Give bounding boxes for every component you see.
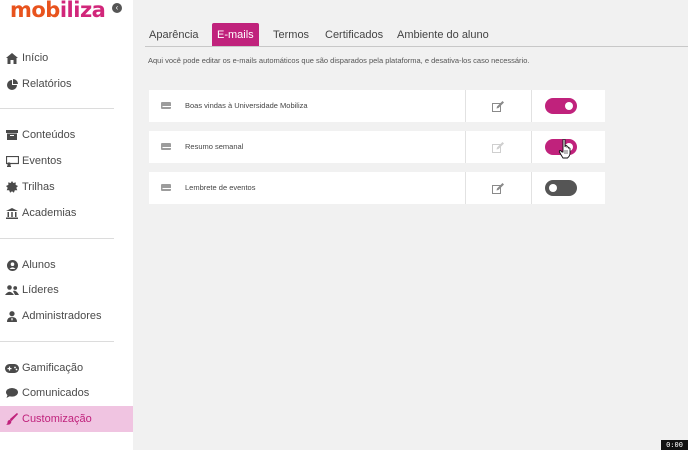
sidebar-item-label: Academias: [22, 207, 77, 219]
sidebar-divider: [0, 108, 114, 109]
column-divider: [531, 131, 532, 163]
sidebar-item-label: Administradores: [22, 310, 102, 322]
toggle-knob: [565, 102, 573, 110]
sidebar-divider: [0, 238, 114, 239]
main-content: Aparência E-mails Termos Certificados Am…: [133, 0, 688, 450]
sidebar-item-label: Relatórios: [22, 78, 72, 90]
email-name: Boas vindas à Universidade Mobiliza: [185, 101, 308, 110]
sidebar-item-customizacao[interactable]: Customização: [0, 406, 133, 432]
users-icon: [2, 285, 22, 295]
user-tie-icon: [2, 310, 22, 322]
tab-bar: Aparência E-mails Termos Certificados Am…: [133, 23, 688, 47]
email-name: Lembrete de eventos: [185, 183, 256, 192]
sidebar-item-label: Conteúdos: [22, 129, 76, 141]
tab-emails[interactable]: E-mails: [212, 23, 259, 47]
email-row: Boas vindas à Universidade Mobiliza: [149, 90, 605, 122]
sidebar-item-label: Customização: [22, 413, 92, 425]
sidebar-item-trilhas[interactable]: Trilhas: [0, 174, 133, 200]
envelope-icon: [161, 184, 172, 191]
sidebar-item-label: Trilhas: [22, 181, 55, 193]
column-divider: [531, 90, 532, 122]
sidebar-item-label: Início: [22, 52, 49, 64]
column-divider: [531, 172, 532, 204]
email-row: Lembrete de eventos: [149, 172, 605, 204]
sidebar-item-inicio[interactable]: Início: [0, 45, 133, 71]
edit-icon[interactable]: [492, 182, 504, 194]
sidebar-item-administradores[interactable]: Administradores: [0, 303, 133, 329]
envelope-icon: [161, 102, 172, 109]
institution-icon: [2, 207, 22, 219]
email-toggle[interactable]: [545, 98, 577, 114]
pie-chart-icon: [2, 78, 22, 90]
user-circle-icon: [2, 259, 22, 271]
column-divider: [465, 90, 466, 122]
email-row: Resumo semanal: [149, 131, 605, 163]
email-name: Resumo semanal: [185, 142, 244, 151]
toggle-knob: [549, 184, 557, 192]
sidebar: mobiliza ‹ Início Relatórios Conteúdos E…: [0, 0, 133, 450]
sidebar-item-comunicados[interactable]: Comunicados: [0, 380, 133, 406]
sidebar-item-label: Líderes: [22, 284, 59, 296]
tabs-underline: [145, 46, 688, 47]
sidebar-item-academias[interactable]: Academias: [0, 200, 133, 226]
sidebar-item-alunos[interactable]: Alunos: [0, 252, 133, 278]
gear-badge-icon: [2, 181, 22, 193]
chat-bubble-icon: [2, 388, 22, 398]
sidebar-item-relatorios[interactable]: Relatórios: [0, 71, 133, 97]
paint-brush-icon: [2, 413, 22, 425]
edit-icon[interactable]: [492, 141, 504, 153]
recording-timer: 0:00: [661, 440, 688, 450]
sidebar-item-eventos[interactable]: Eventos: [0, 148, 133, 174]
gamepad-icon: [2, 363, 22, 373]
column-divider: [465, 172, 466, 204]
sidebar-item-label: Alunos: [22, 259, 56, 271]
sidebar-divider: [0, 341, 114, 342]
tab-termos[interactable]: Termos: [268, 23, 314, 47]
sidebar-item-gamificacao[interactable]: Gamificação: [0, 355, 133, 381]
column-divider: [465, 131, 466, 163]
sidebar-item-label: Gamificação: [22, 362, 84, 374]
home-icon: [2, 52, 22, 64]
sidebar-item-label: Eventos: [22, 155, 62, 167]
presentation-icon: [2, 155, 22, 167]
collapse-sidebar-button[interactable]: ‹: [112, 3, 122, 13]
sidebar-item-lideres[interactable]: Líderes: [0, 277, 133, 303]
archive-icon: [2, 130, 22, 140]
tab-ambiente-do-aluno[interactable]: Ambiente do aluno: [392, 23, 494, 47]
edit-icon[interactable]: [492, 100, 504, 112]
email-toggle[interactable]: [545, 180, 577, 196]
tab-aparencia[interactable]: Aparência: [144, 23, 204, 47]
sidebar-item-conteudos[interactable]: Conteúdos: [0, 122, 133, 148]
tab-certificados[interactable]: Certificados: [320, 23, 388, 47]
mobiliza-logo[interactable]: mobiliza: [10, 0, 106, 22]
page-description: Aqui você pode editar os e-mails automát…: [148, 56, 530, 65]
hand-cursor-icon: [558, 139, 571, 159]
envelope-icon: [161, 143, 172, 150]
sidebar-item-label: Comunicados: [22, 387, 90, 399]
